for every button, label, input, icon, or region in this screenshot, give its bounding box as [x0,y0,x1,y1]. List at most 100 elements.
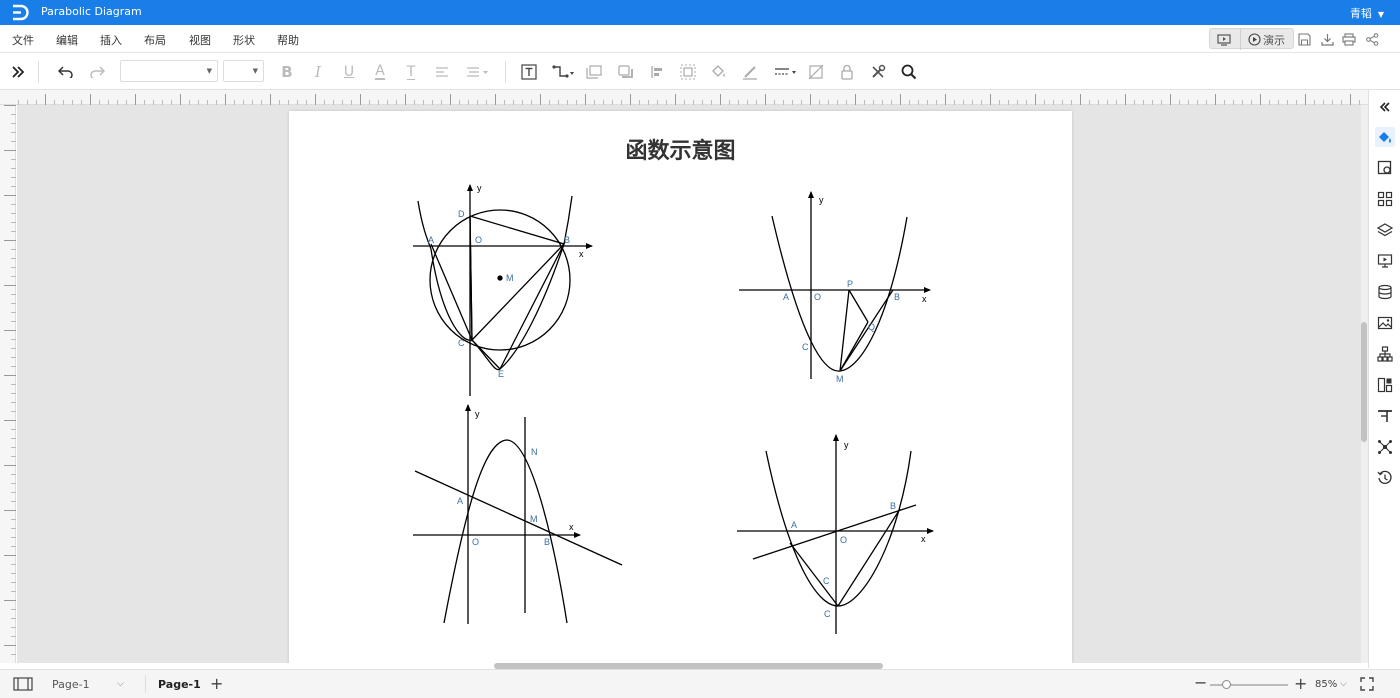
figure-2[interactable] [739,191,931,379]
collapse-sidebar-button[interactable] [1375,97,1395,117]
line-style-button[interactable] [773,62,799,82]
history-panel-button[interactable] [1375,468,1395,488]
menu-view[interactable]: 视图 [189,32,211,48]
underline-button[interactable]: U [339,62,359,82]
download-button[interactable] [1319,29,1335,50]
hierarchy-icon [1377,346,1393,362]
diagram-page[interactable]: 函数示意图 x y A O B D M C E x y A O P B Q C … [289,111,1072,663]
align-objects-button[interactable] [647,62,667,82]
lock-icon [841,64,853,80]
shapes-panel-button[interactable] [1375,189,1395,209]
fig2-label-m: M [836,374,844,384]
tools-button[interactable] [868,62,888,82]
image-panel-button[interactable] [1375,313,1395,333]
bold-button[interactable]: B [277,62,297,82]
fig3-label-m: M [530,514,538,524]
share-icon [1365,33,1378,46]
preview-button[interactable] [1212,29,1236,50]
figure-3[interactable] [413,404,623,624]
text-align-button[interactable] [432,62,452,82]
line-style-icon [775,68,796,75]
fig1-line-ac [430,243,473,341]
presentation-panel-button[interactable] [1375,251,1395,271]
connector-button[interactable] [551,62,577,82]
fill-color-button[interactable] [709,62,729,82]
font-family-select[interactable]: ▼ [120,60,218,82]
figure-4[interactable] [737,434,934,634]
fig3-label-y: y [475,409,480,419]
hierarchy-panel-button[interactable] [1375,344,1395,364]
fig3-label-a: A [457,496,463,506]
zoom-level[interactable]: 85% [1315,679,1337,690]
zoom-slider-handle[interactable] [1222,680,1231,689]
vertical-ruler [0,105,16,663]
font-color-button[interactable]: A [370,62,390,82]
lock-button[interactable] [837,62,857,82]
fig4-label-o: O [840,535,847,545]
fig1-label-o: O [475,235,482,245]
group-button[interactable] [678,62,698,82]
text-style-icon: T [406,63,416,80]
page-selector[interactable]: Page-1 [52,678,90,691]
figure-1[interactable] [413,184,593,396]
toolbar: ▼ ▼ B I U A T [0,53,1400,90]
page-list-button[interactable] [13,677,33,694]
clear-style-button[interactable] [806,62,826,82]
zoom-out-icon[interactable]: − [1194,673,1207,692]
menu-insert[interactable]: 插入 [100,32,122,48]
redo-button[interactable] [87,62,107,82]
zoom-in-icon[interactable]: + [1294,674,1307,693]
undo-icon [58,66,73,78]
font-size-select[interactable]: ▼ [223,60,264,82]
shadow-button[interactable] [616,62,636,82]
format-panel-button[interactable] [1375,158,1395,178]
style-panel-button[interactable] [1375,127,1395,147]
text-style-button[interactable]: T [401,62,421,82]
save-button[interactable] [1296,29,1312,50]
canvas[interactable]: 函数示意图 x y A O B D M C E x y A O P B Q C … [17,105,1361,663]
app-logo-icon[interactable] [10,3,30,22]
note-panel-button[interactable] [1375,406,1395,426]
print-button[interactable] [1341,29,1357,50]
fig1-label-a: A [428,235,434,245]
container-button[interactable] [584,62,604,82]
fig4-label-b: B [890,501,896,511]
tab-page-1[interactable]: Page-1 [158,678,201,691]
menu-help[interactable]: 帮助 [277,32,299,48]
user-menu[interactable]: 青韬 ▼ [1350,5,1384,21]
share-button[interactable] [1364,29,1380,50]
present-button[interactable]: 演示 [1240,29,1292,50]
line-color-button[interactable] [740,62,760,82]
function-diagrams: x y A O B D M C E x y A O P B Q C M x y … [413,183,934,634]
fig1-label-c: C [458,338,465,348]
layout-panel-button[interactable] [1375,375,1395,395]
chevron-down-icon[interactable]: ⌵ [1340,679,1347,689]
ruler-ticks [16,90,1368,105]
add-page-icon[interactable]: + [210,674,223,693]
menu-edit[interactable]: 编辑 [56,32,78,48]
data-panel-button[interactable] [1375,282,1395,302]
connector-icon [552,65,574,78]
text-box-button[interactable] [519,62,539,82]
layers-panel-button[interactable] [1375,220,1395,240]
chevron-down-icon[interactable]: ⌵ [117,679,124,689]
search-button[interactable] [899,62,919,82]
bold-icon: B [281,63,293,81]
network-panel-button[interactable] [1375,437,1395,457]
fig2-label-y: y [819,195,824,205]
menu-shapes[interactable]: 形状 [233,32,255,48]
fullscreen-button[interactable] [1360,677,1374,694]
monitor-icon [1217,33,1231,46]
undo-button[interactable] [56,62,76,82]
expand-panel-button[interactable] [8,62,28,82]
menu-layout[interactable]: 布局 [144,32,166,48]
menu-file[interactable]: 文件 [12,32,34,48]
fig4-label-x: x [921,534,926,544]
italic-button[interactable]: I [308,62,328,82]
vertical-scroll-thumb[interactable] [1361,322,1367,442]
line-spacing-button[interactable] [465,62,491,82]
vertical-scrollbar[interactable] [1361,105,1368,663]
history-icon [1377,470,1392,484]
horizontal-ruler [0,90,1368,105]
fig1-triangle-dbc [469,215,566,342]
